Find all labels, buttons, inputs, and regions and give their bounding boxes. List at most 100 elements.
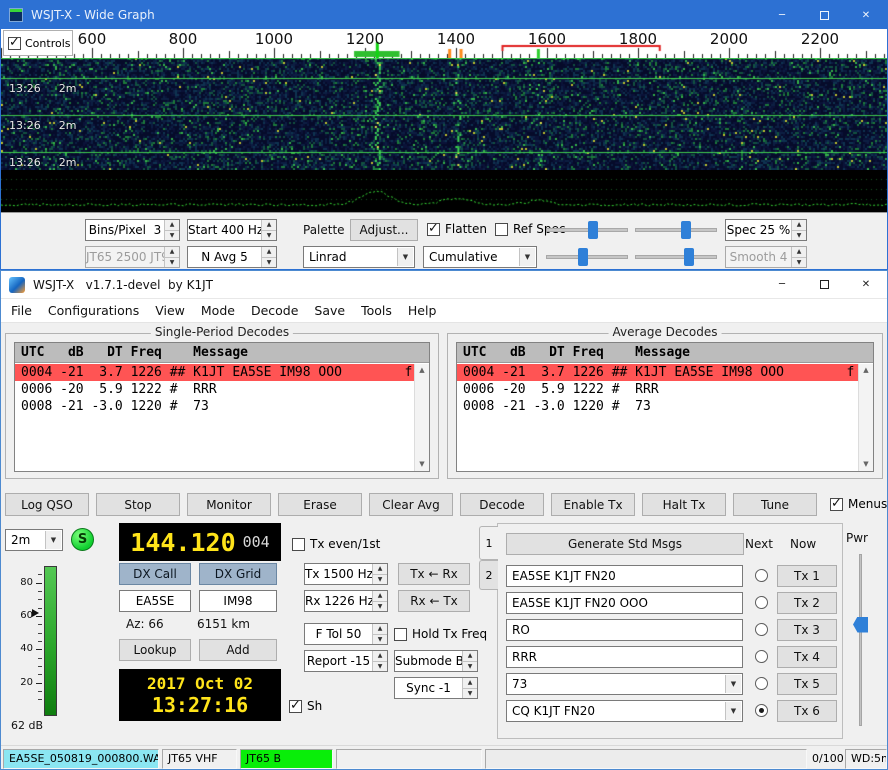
spinner-arrows-icon[interactable]: ▲▼ <box>791 220 806 240</box>
tx-message-1-field[interactable]: EA5SE K1JT FN20 <box>506 565 743 587</box>
start-freq-spinbox[interactable]: Start 400 Hz ▲▼ <box>187 219 277 241</box>
palette-label: Palette <box>303 223 345 237</box>
waterfall-gain-slider[interactable] <box>546 219 628 241</box>
tx-select-radio-5[interactable] <box>755 677 768 690</box>
frequency-scale[interactable]: 6008001000120014001600180020002200 Contr… <box>1 29 887 58</box>
n-avg-spinbox[interactable]: N Avg 5 ▲▼ <box>187 246 277 268</box>
tx-message-text: 73 <box>512 677 527 691</box>
spinner-arrows-icon[interactable]: ▲▼ <box>164 220 179 240</box>
tx-message-text: EA5SE K1JT FN20 OOO <box>512 596 648 610</box>
tx-select-radio-2[interactable] <box>755 596 768 609</box>
waterfall-timestamp: 13:262m <box>9 156 76 169</box>
spinner-arrows-icon[interactable]: ▲▼ <box>261 247 276 267</box>
tx-3-button[interactable]: Tx 3 <box>777 619 837 641</box>
tx-5-button[interactable]: Tx 5 <box>777 673 837 695</box>
frequency-tick-label: 1000 <box>255 30 293 48</box>
slider-handle[interactable] <box>681 221 691 239</box>
status-blank-segment <box>336 749 482 769</box>
waterfall-zero-slider[interactable] <box>635 219 717 241</box>
tx-message-text: CQ K1JT FN20 <box>512 704 595 718</box>
pwr-slider[interactable] <box>852 554 868 726</box>
controls-checkbox[interactable] <box>8 37 21 50</box>
tab-1[interactable]: 1 <box>479 526 498 560</box>
status-bar: EA5SE_050819_000800.WAV JT65 VHF JT65 B … <box>1 745 887 770</box>
groupbox-title: Average Decodes <box>609 325 722 339</box>
wide-graph-app-icon <box>9 8 23 22</box>
groupbox-title: Single-Period Decodes <box>151 325 293 339</box>
waterfall-timestamp: 13:262m <box>9 119 76 132</box>
bins-pixel-spinbox[interactable]: Bins/Pixel 3 ▲▼ <box>85 219 180 241</box>
tx-message-5-combo[interactable]: 73 ▼ <box>506 673 743 695</box>
display-mode-combobox[interactable]: Cumulative ▼ <box>423 246 537 268</box>
minimize-icon[interactable]: ─ <box>761 1 803 29</box>
progress-count: 0/100 <box>812 749 844 769</box>
frequency-tick-label: 1200 <box>346 30 384 48</box>
pwr-label: Pwr <box>846 531 868 545</box>
controls-label: Controls <box>25 37 71 50</box>
tx-message-text: EA5SE K1JT FN20 <box>512 569 616 583</box>
frequency-tick-label: 1800 <box>619 30 657 48</box>
wide-graph-titlebar[interactable]: WSJT-X - Wide Graph ─ ✕ <box>1 1 887 29</box>
tx-2-button[interactable]: Tx 2 <box>777 592 837 614</box>
frequency-tick-label: 600 <box>78 30 107 48</box>
tx-message-3-field[interactable]: RO <box>506 619 743 641</box>
dropdown-arrow-icon[interactable]: ▼ <box>725 702 741 720</box>
wide-graph-title: WSJT-X - Wide Graph <box>31 8 155 22</box>
slider-groove <box>859 554 862 726</box>
close-icon[interactable]: ✕ <box>845 1 887 29</box>
frequency-tick-label: 1400 <box>437 30 475 48</box>
frequency-tick-label: 800 <box>169 30 198 48</box>
tx-messages: EA5SE K1JT FN20 Tx 1 EA5SE K1JT FN20 OOO Tx… <box>1 271 887 769</box>
ref-spec-checkbox[interactable] <box>495 223 508 236</box>
spinner-arrows-icon: ▲▼ <box>164 247 179 267</box>
maximize-icon[interactable] <box>803 1 845 29</box>
tx-select-radio-6[interactable] <box>755 704 768 717</box>
flatten-toggle[interactable]: Flatten <box>427 222 487 236</box>
spinner-arrows-icon[interactable]: ▲▼ <box>261 220 276 240</box>
wide-graph-controls: Bins/Pixel 3 ▲▼ Start 400 Hz ▲▼ Palette … <box>1 212 887 270</box>
tx-message-2-field[interactable]: EA5SE K1JT FN20 OOO <box>506 592 743 614</box>
slider-handle[interactable] <box>588 221 598 239</box>
frequency-tick-label: 2200 <box>801 30 839 48</box>
spectrum-gain-slider[interactable] <box>546 246 628 268</box>
tx-message-text: RO <box>512 623 530 637</box>
slider-handle[interactable] <box>578 248 588 266</box>
adjust-palette-button[interactable]: Adjust... <box>350 219 418 241</box>
dropdown-arrow-icon[interactable]: ▼ <box>519 248 535 266</box>
pwr-slider-handle[interactable] <box>853 617 868 633</box>
tx-select-radio-1[interactable] <box>755 569 768 582</box>
tx-4-button[interactable]: Tx 4 <box>777 646 837 668</box>
tx-6-button[interactable]: Tx 6 <box>777 700 837 722</box>
spectrum-plot[interactable] <box>1 170 887 212</box>
slider-handle[interactable] <box>684 248 694 266</box>
desktop: WSJT-X - Wide Graph ─ ✕ 600 800 1000 1200 14… <box>0 0 888 770</box>
dropdown-arrow-icon[interactable]: ▼ <box>397 248 413 266</box>
spec-percent-spinbox[interactable]: Spec 25 % ▲▼ <box>725 219 807 241</box>
spectrum-zero-slider[interactable] <box>635 246 717 268</box>
tx-progress-bar <box>485 749 807 769</box>
spinner-arrows-icon: ▲▼ <box>791 247 806 267</box>
spectrum-canvas[interactable] <box>1 170 888 212</box>
slider-groove <box>635 228 717 232</box>
jt65-jt9-split-spinbox: JT65 2500 JT9 ▲▼ <box>85 246 180 268</box>
maximize-glyph <box>820 11 829 20</box>
wide-graph-window: WSJT-X - Wide Graph ─ ✕ 600 800 1000 1200 14… <box>0 0 888 270</box>
status-mode-badge: JT65 B <box>240 749 333 769</box>
tx-select-radio-3[interactable] <box>755 623 768 636</box>
palette-combobox[interactable]: Linrad ▼ <box>303 246 415 268</box>
dropdown-arrow-icon[interactable]: ▼ <box>725 675 741 693</box>
watchdog-timer: WD:5m <box>845 749 887 769</box>
frequency-tick-label: 1600 <box>528 30 566 48</box>
tx-message-6-combo[interactable]: CQ K1JT FN20 ▼ <box>506 700 743 722</box>
flatten-checkbox[interactable] <box>427 223 440 236</box>
waterfall-timestamps: 13:262m 13:262m 13:262m <box>1 58 887 170</box>
tx-select-radio-4[interactable] <box>755 650 768 663</box>
waterfall-timestamp: 13:262m <box>9 82 76 95</box>
tx-1-button[interactable]: Tx 1 <box>777 565 837 587</box>
status-wav-file: EA5SE_050819_000800.WAV <box>3 749 159 769</box>
tx-message-4-field[interactable]: RRR <box>506 646 743 668</box>
controls-toggle[interactable]: Controls <box>3 30 73 56</box>
tx-message-text: RRR <box>512 650 537 664</box>
smooth-spinbox: Smooth 4 ▲▼ <box>725 246 807 268</box>
waterfall[interactable]: 13:262m 13:262m 13:262m <box>1 58 887 170</box>
